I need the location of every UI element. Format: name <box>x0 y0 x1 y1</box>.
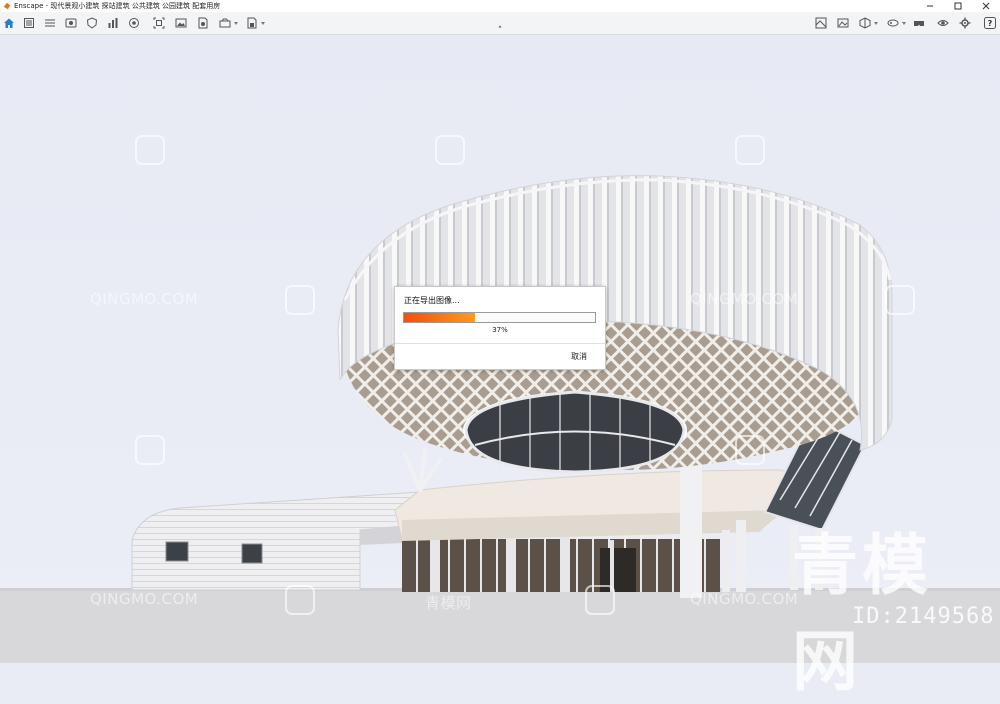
progress-percent: 37% <box>492 326 508 334</box>
capture-list-button[interactable] <box>22 16 36 30</box>
vr-headset-icon <box>887 19 899 27</box>
watermark-logo-icon <box>135 435 165 465</box>
watermark-logo-icon <box>135 135 165 165</box>
dialog-divider <box>395 343 605 344</box>
maximize-button[interactable] <box>944 0 972 12</box>
video-editor-icon <box>198 17 208 29</box>
window-title: Enscape - 现代景观小建筑 探站建筑 公共建筑 公园建筑 配套用房 <box>14 2 221 10</box>
close-button[interactable] <box>972 0 1000 12</box>
vr-mode-icon <box>914 21 924 26</box>
watermark-text: QINGMO.COM <box>90 590 199 608</box>
capture-list-icon <box>24 18 34 28</box>
progress-bar <box>403 312 596 323</box>
export-button[interactable] <box>218 16 238 30</box>
save-file-button[interactable] <box>245 16 265 30</box>
views-list-button[interactable] <box>43 16 57 30</box>
screenshot-icon <box>175 18 187 28</box>
watermark-logo-icon <box>735 435 765 465</box>
watermark-id: ID:2149568 <box>852 604 995 629</box>
export-icon <box>219 18 231 28</box>
settings-gear-icon <box>959 17 971 29</box>
view-mode-icon <box>937 20 949 26</box>
asset-library-icon <box>108 18 118 28</box>
dialog-title: 正在导出图像... <box>404 296 460 305</box>
home-icon <box>4 18 14 28</box>
sun-position-icon <box>129 18 139 28</box>
visual-settings-icon <box>65 18 77 28</box>
export-progress-dialog: 正在导出图像... 37% 取消 <box>394 286 606 370</box>
watermark-logo-icon <box>735 135 765 165</box>
settings-button[interactable] <box>958 16 972 30</box>
view-mode-button[interactable] <box>936 16 950 30</box>
minimize-button[interactable] <box>916 0 944 12</box>
watermark-logo-icon <box>885 285 915 315</box>
help-glyph: ? <box>987 18 993 28</box>
vr-mode-button[interactable] <box>912 16 926 30</box>
watermark-logo-icon <box>285 285 315 315</box>
watermark-logo-icon <box>435 135 465 165</box>
watermark-logo-icon <box>585 585 615 615</box>
maximize-icon <box>954 2 962 10</box>
visual-settings-button[interactable] <box>64 16 78 30</box>
batch-render-button[interactable] <box>152 16 166 30</box>
safe-frame-icon <box>86 17 98 29</box>
cube-icon <box>859 17 871 29</box>
asset-library-button[interactable] <box>106 16 120 30</box>
safe-frame-button[interactable] <box>85 16 99 30</box>
batch-render-icon <box>153 17 165 29</box>
watermark-text: QINGMO.COM <box>690 290 799 308</box>
window-controls <box>916 0 1000 12</box>
material-editor-icon <box>815 17 827 29</box>
watermark-text-cn: 青模网 <box>425 594 472 612</box>
views-list-icon <box>45 19 55 27</box>
minimize-icon <box>927 5 933 7</box>
cube-button[interactable] <box>858 16 878 30</box>
help-button[interactable]: ? <box>983 16 997 30</box>
material-editor-button[interactable] <box>814 16 828 30</box>
enscape-logo-icon <box>3 2 11 10</box>
save-file-icon <box>247 17 257 29</box>
image-button[interactable] <box>836 16 850 30</box>
image-icon <box>837 18 849 28</box>
watermark-text: QINGMO.COM <box>90 290 199 308</box>
title-bar: Enscape - 现代景观小建筑 探站建筑 公共建筑 公园建筑 配套用房 <box>0 0 1000 12</box>
sun-position-button[interactable] <box>127 16 141 30</box>
progress-fill <box>404 313 475 322</box>
close-icon <box>982 2 990 10</box>
watermark-text: QINGMO.COM <box>690 590 799 608</box>
home-button[interactable] <box>2 16 16 30</box>
video-editor-button[interactable] <box>196 16 210 30</box>
vr-headset-button[interactable] <box>886 16 906 30</box>
watermark-logo-icon <box>285 585 315 615</box>
cancel-button[interactable]: 取消 <box>571 351 587 362</box>
screenshot-button[interactable] <box>174 16 188 30</box>
